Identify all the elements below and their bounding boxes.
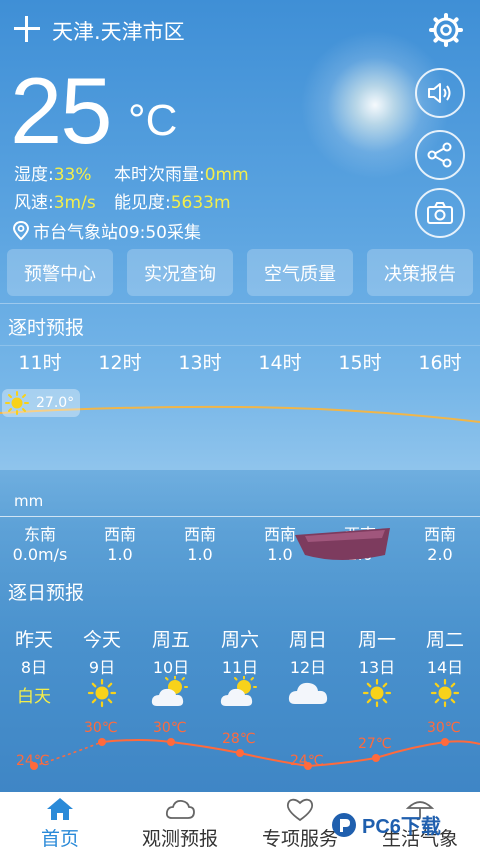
cloud-icon bbox=[165, 799, 195, 819]
rain-info: 本时次雨量:0mm bbox=[114, 165, 249, 185]
day-name: 今天 bbox=[82, 629, 121, 651]
wind-direction: 东南 bbox=[23, 525, 56, 544]
location-title[interactable]: 天津.天津市区 bbox=[52, 16, 185, 46]
cloud-icon bbox=[288, 682, 328, 704]
heart-icon bbox=[286, 798, 314, 822]
daily-title: 逐日预报 bbox=[8, 582, 85, 604]
day-date: 9日 bbox=[88, 658, 116, 677]
day-date: 12日 bbox=[289, 658, 327, 677]
realtime-query-button[interactable]: 实况查询 bbox=[127, 249, 233, 296]
day-date: 11日 bbox=[221, 658, 259, 677]
partly-cloudy-icon bbox=[220, 676, 257, 706]
wind-direction: 西南 bbox=[423, 525, 456, 544]
speaker-icon bbox=[428, 83, 451, 103]
day-high-temp: 27℃ bbox=[358, 736, 392, 752]
nav-home[interactable]: 首页 bbox=[0, 792, 120, 854]
current-temperature: 25 bbox=[10, 58, 113, 163]
camera-button[interactable] bbox=[415, 188, 465, 238]
day-high-temp: 28℃ bbox=[222, 731, 256, 747]
share-icon bbox=[427, 142, 452, 168]
day-name: 昨天 bbox=[14, 629, 53, 651]
home-icon bbox=[47, 798, 73, 820]
wind-speed: 2.0 bbox=[427, 545, 453, 564]
day-name: 周二 bbox=[425, 629, 464, 651]
temperature-unit: °C bbox=[128, 96, 178, 145]
camera-icon bbox=[427, 202, 453, 224]
day-date: 10日 bbox=[152, 658, 190, 677]
day-name: 周一 bbox=[357, 629, 396, 651]
logo-icon bbox=[332, 812, 356, 837]
wind-speed: 1.0 bbox=[187, 545, 213, 564]
location-pin-icon bbox=[12, 220, 30, 240]
day-high-temp: 24℃ bbox=[290, 753, 324, 769]
humidity-info: 湿度:33% bbox=[14, 165, 92, 185]
visibility-info: 能见度:5633m bbox=[114, 193, 231, 213]
watermark-logo: PC6下载 bbox=[330, 810, 441, 839]
partly-cloudy-icon bbox=[151, 676, 188, 706]
hour-label: 14时 bbox=[258, 352, 302, 374]
day-date: 14日 bbox=[426, 658, 464, 677]
rain-axis-line bbox=[0, 516, 480, 517]
wind-info: 风速:3m/s bbox=[14, 193, 96, 213]
hourly-title: 逐时预报 bbox=[8, 317, 85, 339]
wind-speed: 0.0m/s bbox=[12, 545, 68, 564]
speaker-button[interactable] bbox=[415, 68, 465, 118]
wind-direction: 西南 bbox=[183, 525, 216, 544]
nav-observation-forecast[interactable]: 观测预报 bbox=[120, 792, 240, 854]
sun-icon bbox=[430, 678, 460, 708]
day-high-temp: 30℃ bbox=[153, 720, 187, 736]
day-date: 8日 bbox=[20, 658, 48, 677]
station-info: 市台气象站09:50采集 bbox=[12, 218, 201, 243]
day-high-temp: 30℃ bbox=[84, 720, 118, 736]
air-quality-button[interactable]: 空气质量 bbox=[247, 249, 353, 296]
day-name: 周五 bbox=[151, 629, 190, 651]
boat-image bbox=[295, 528, 390, 560]
day-name: 周日 bbox=[288, 629, 327, 651]
sun-icon bbox=[5, 391, 29, 415]
hour-label: 12时 bbox=[98, 352, 142, 374]
hour-label: 13时 bbox=[178, 352, 222, 374]
add-city-icon[interactable] bbox=[12, 14, 42, 44]
sun-icon bbox=[87, 678, 117, 708]
nav-home-label: 首页 bbox=[40, 828, 79, 850]
daytime-label: 白天 bbox=[17, 687, 51, 707]
hour-label: 16时 bbox=[418, 352, 462, 374]
current-hour-temp: 27.0° bbox=[36, 395, 75, 411]
wind-speed: 1.0 bbox=[107, 545, 133, 564]
sun-icon bbox=[362, 678, 392, 708]
rain-unit-label: mm bbox=[14, 492, 44, 510]
divider bbox=[0, 345, 480, 346]
current-hour-temp-badge: 27.0° bbox=[2, 389, 80, 417]
hour-label: 11时 bbox=[18, 352, 62, 374]
warning-center-button[interactable]: 预警中心 bbox=[7, 249, 113, 296]
day-high-temp: 24℃ bbox=[16, 753, 50, 769]
decision-report-button[interactable]: 决策报告 bbox=[367, 249, 473, 296]
share-button[interactable] bbox=[415, 130, 465, 180]
gear-icon[interactable] bbox=[428, 12, 464, 48]
day-name: 周六 bbox=[220, 629, 259, 651]
day-date: 13日 bbox=[358, 658, 396, 677]
wind-direction: 西南 bbox=[103, 525, 136, 544]
day-high-temp: 30℃ bbox=[427, 720, 461, 736]
nav-observation-label: 观测预报 bbox=[141, 828, 218, 850]
hour-label: 15时 bbox=[338, 352, 382, 374]
divider bbox=[0, 303, 480, 304]
